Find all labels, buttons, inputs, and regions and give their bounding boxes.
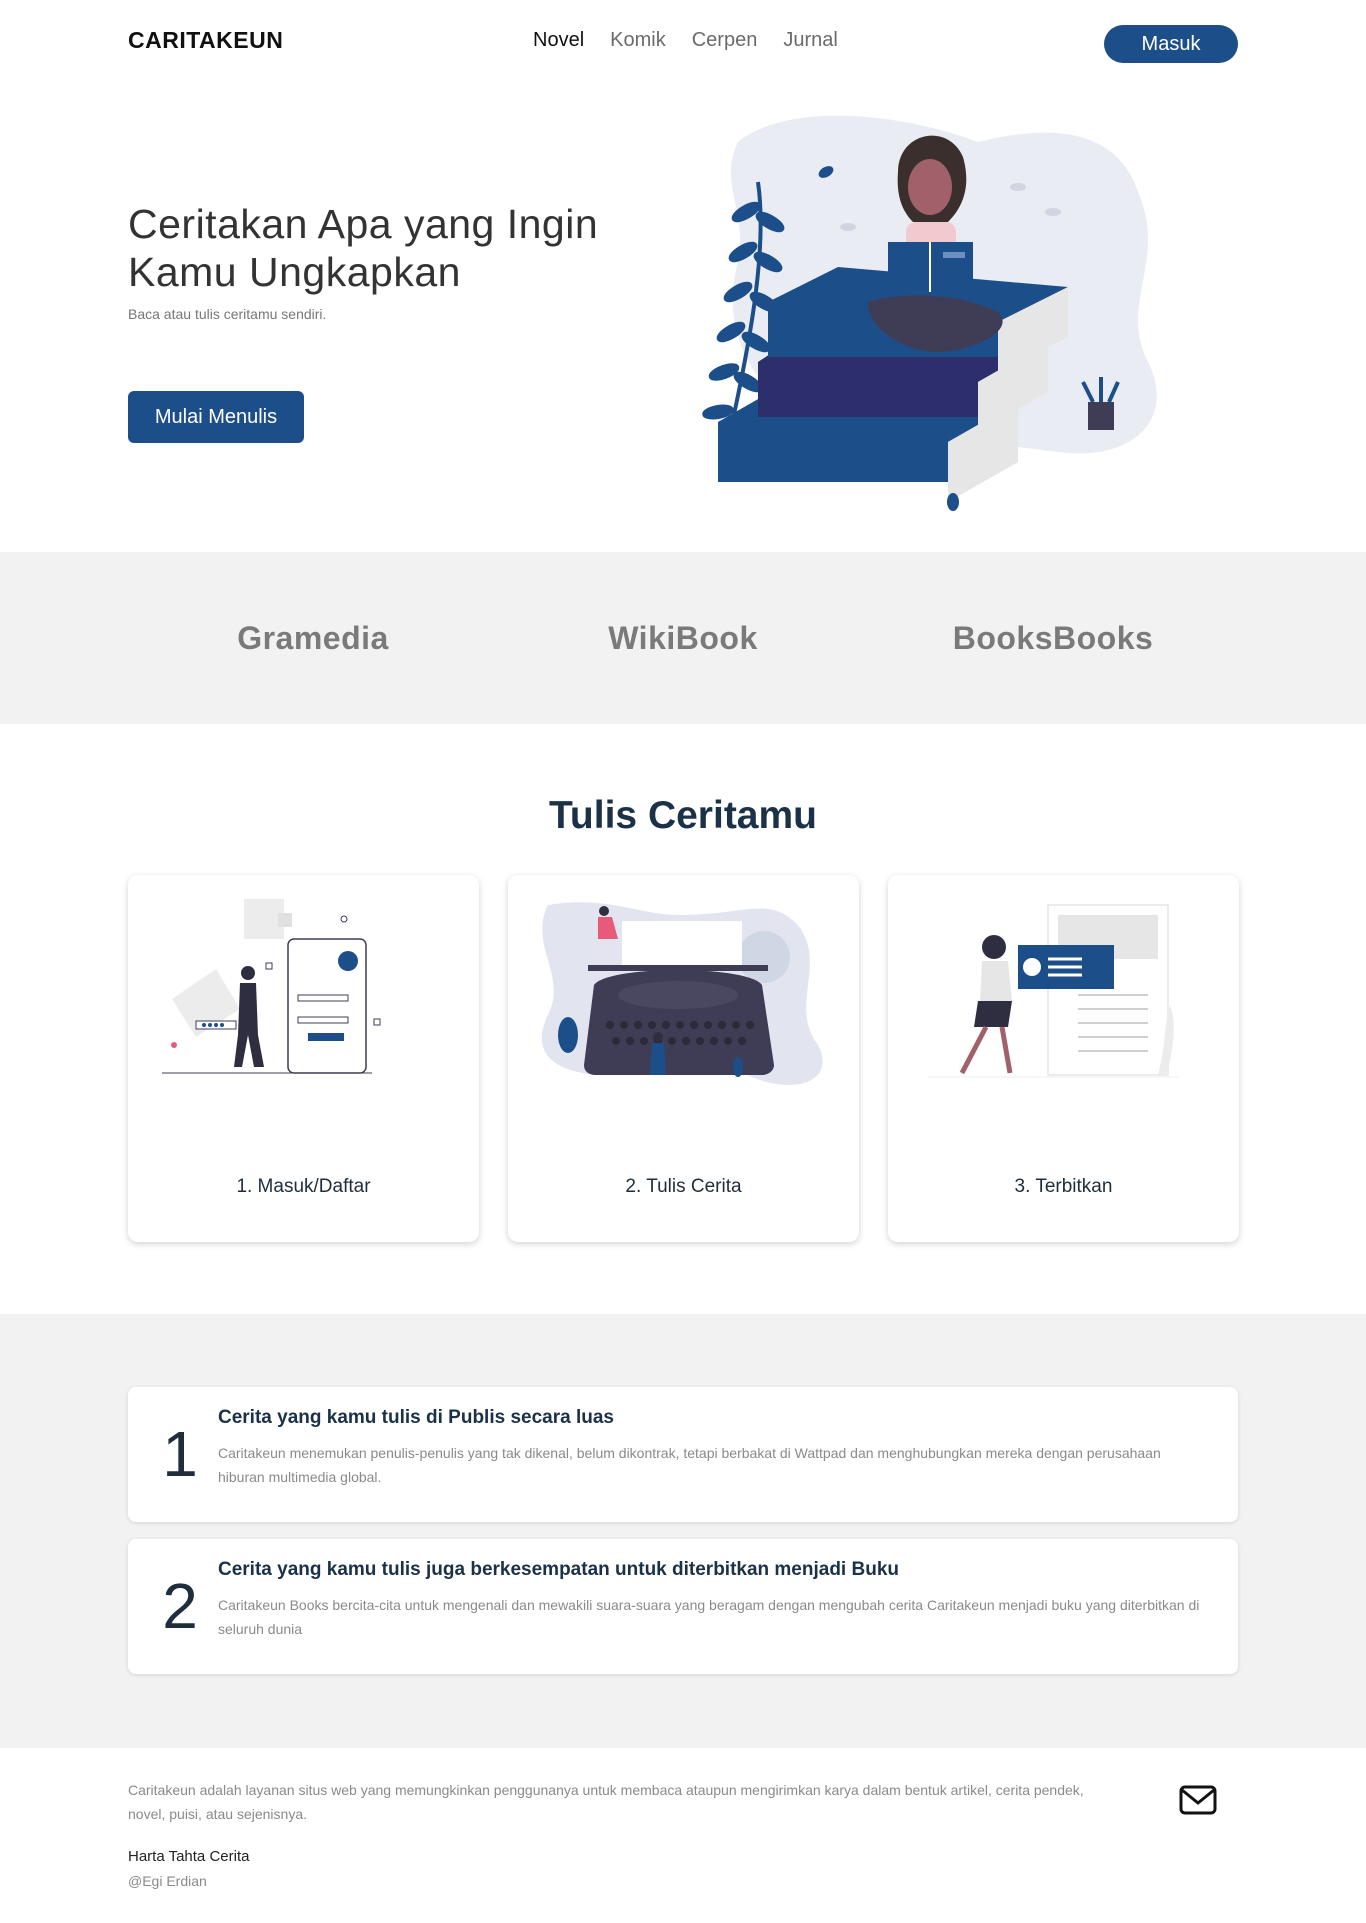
steps-section: Tulis Ceritamu 1. Masuk/Daftar 2. Tulis … bbox=[128, 724, 1239, 1314]
hero-title-line-2: Kamu Ungkapkan bbox=[128, 249, 461, 295]
publish-illustration bbox=[928, 904, 1178, 1078]
reading-woman-illustration bbox=[702, 115, 1157, 511]
hero-subtitle: Baca atau tulis ceritamu sendiri. bbox=[128, 306, 327, 322]
feature-title: Cerita yang kamu tulis di Publis secara … bbox=[218, 1407, 614, 1428]
feature-card-1: 1 Cerita yang kamu tulis di Publis secar… bbox=[128, 1387, 1238, 1522]
section-title: Tulis Ceritamu bbox=[549, 794, 817, 837]
nav-links: Novel Komik Cerpen Jurnal bbox=[533, 29, 838, 52]
feature-number: 2 bbox=[162, 1570, 198, 1642]
step-card-write[interactable]: 2. Tulis Cerita bbox=[508, 875, 859, 1242]
features-section: 1 Cerita yang kamu tulis di Publis secar… bbox=[0, 1314, 1366, 1748]
hero-title: Ceritakan Apa yang Ingin Kamu Ungkapkan bbox=[128, 200, 598, 296]
feature-text: Caritakeun menemukan penulis-penulis yan… bbox=[218, 1445, 1161, 1485]
nav-link-komik[interactable]: Komik bbox=[610, 29, 666, 52]
footer: Caritakeun adalah layanan situs web yang… bbox=[128, 1748, 1238, 1923]
step-label-2: 2. Tulis Cerita bbox=[625, 1176, 742, 1197]
mail-icon[interactable] bbox=[1178, 1784, 1218, 1816]
step-label-1: 1. Masuk/Daftar bbox=[236, 1176, 371, 1197]
navbar: CARITAKEUN Novel Komik Cerpen Jurnal Mas… bbox=[128, 0, 1238, 84]
footer-team: Harta Tahta Cerita bbox=[128, 1848, 250, 1865]
hero-section: Ceritakan Apa yang Ingin Kamu Ungkapkan … bbox=[128, 84, 1238, 552]
feature-number: 1 bbox=[162, 1418, 198, 1490]
hero-title-line-1: Ceritakan Apa yang Ingin bbox=[128, 201, 599, 247]
partner-wikibook: WikiBook bbox=[608, 619, 758, 656]
step-card-publish[interactable]: 3. Terbitkan bbox=[888, 875, 1239, 1242]
partner-gramedia: Gramedia bbox=[237, 619, 389, 656]
step-label-3: 3. Terbitkan bbox=[1014, 1176, 1113, 1197]
nav-link-jurnal[interactable]: Jurnal bbox=[783, 29, 837, 52]
partner-booksbooks: BooksBooks bbox=[952, 619, 1154, 656]
footer-author[interactable]: @Egi Erdian bbox=[128, 1873, 207, 1889]
step-card-register[interactable]: 1. Masuk/Daftar bbox=[128, 875, 479, 1242]
register-illustration bbox=[162, 899, 381, 1074]
feature-title: Cerita yang kamu tulis juga berkesempata… bbox=[218, 1559, 899, 1580]
footer-description: Caritakeun adalah layanan situs web yang… bbox=[128, 1782, 1084, 1822]
start-writing-button[interactable]: Mulai Menulis bbox=[128, 391, 304, 443]
typewriter-illustration bbox=[541, 902, 823, 1085]
feature-text: Caritakeun Books bercita-cita untuk meng… bbox=[218, 1597, 1200, 1637]
nav-link-cerpen[interactable]: Cerpen bbox=[692, 29, 758, 52]
brand-logo[interactable]: CARITAKEUN bbox=[128, 27, 283, 54]
login-button[interactable]: Masuk bbox=[1104, 25, 1238, 63]
partners-section: Gramedia WikiBook BooksBooks bbox=[0, 552, 1366, 724]
feature-card-2: 2 Cerita yang kamu tulis juga berkesempa… bbox=[128, 1539, 1238, 1674]
nav-link-novel[interactable]: Novel bbox=[533, 29, 584, 52]
